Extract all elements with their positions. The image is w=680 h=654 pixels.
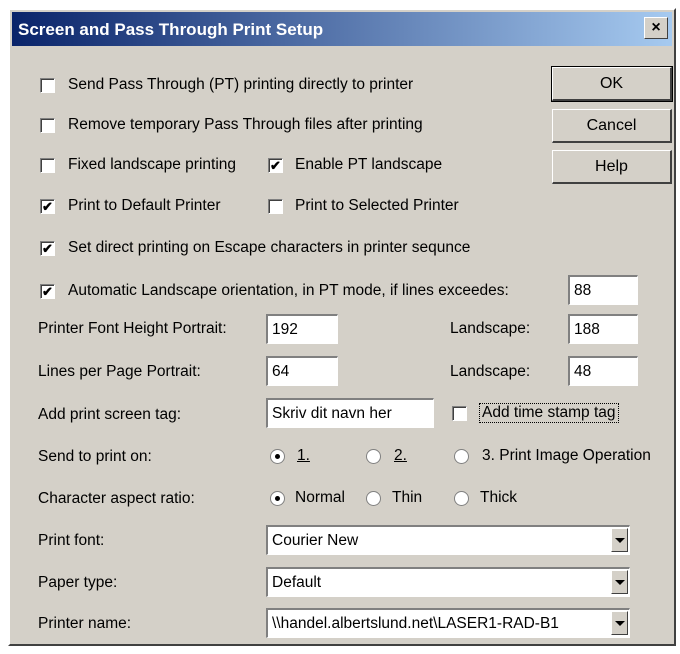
paper-type-label: Paper type: (38, 574, 118, 591)
send-to-option-2: 2. (394, 447, 407, 464)
paper-type-value: Default (272, 574, 322, 591)
fixed-landscape-checkbox[interactable] (40, 158, 55, 173)
send-to-radio-2[interactable] (366, 449, 381, 464)
font-height-landscape-input[interactable]: 188 (568, 314, 638, 344)
remove-temp-checkbox[interactable] (40, 118, 55, 133)
print-selected-checkbox[interactable] (268, 199, 283, 214)
print-font-label: Print font: (38, 532, 105, 549)
auto-landscape-checkbox[interactable]: ✔ (40, 284, 55, 299)
aspect-radio-normal[interactable] (270, 491, 285, 506)
lines-landscape-label: Landscape: (450, 363, 531, 380)
aspect-option-thin: Thin (392, 489, 423, 506)
send-to-option-1: 1. (297, 447, 310, 464)
timestamp-checkbox[interactable] (452, 406, 467, 421)
aspect-ratio-label: Character aspect ratio: (38, 490, 195, 507)
print-selected-label: Print to Selected Printer (295, 197, 459, 214)
timestamp-label: Add time stamp tag (479, 403, 619, 423)
close-button[interactable]: × (644, 17, 668, 39)
fixed-landscape-label: Fixed landscape printing (68, 156, 237, 173)
send-to-label: Send to print on: (38, 448, 152, 465)
lines-portrait-input[interactable]: 64 (266, 356, 338, 386)
help-button[interactable]: Help (552, 150, 672, 184)
remove-temp-label: Remove temporary Pass Through files afte… (68, 116, 423, 133)
print-font-select[interactable]: Courier New (266, 525, 630, 555)
print-font-value: Courier New (272, 532, 359, 549)
printer-name-label: Printer name: (38, 615, 132, 632)
printer-name-value: \\handel.albertslund.net\LASER1-RAD-B1 (272, 615, 559, 632)
font-height-portrait-input[interactable]: 192 (266, 314, 338, 344)
title-bar[interactable]: Screen and Pass Through Print Setup × (12, 12, 672, 46)
print-screen-tag-label: Add print screen tag: (38, 406, 182, 423)
font-height-landscape-label: Landscape: (450, 320, 531, 337)
dialog-window: Screen and Pass Through Print Setup × OK… (8, 8, 676, 646)
printer-name-select[interactable]: \\handel.albertslund.net\LASER1-RAD-B1 (266, 608, 630, 638)
ok-button[interactable]: OK (551, 66, 673, 102)
auto-landscape-label: Automatic Landscape orientation, in PT m… (68, 282, 509, 299)
enable-pt-landscape-checkbox[interactable]: ✔ (268, 158, 283, 173)
aspect-option-normal: Normal (295, 489, 345, 506)
escape-chars-checkbox[interactable]: ✔ (40, 241, 55, 256)
aspect-radio-thick[interactable] (454, 491, 469, 506)
paper-type-select[interactable]: Default (266, 567, 630, 597)
send-to-radio-3[interactable] (454, 449, 469, 464)
chevron-down-icon[interactable] (611, 611, 628, 635)
dialog-title: Screen and Pass Through Print Setup (18, 20, 324, 39)
print-default-checkbox[interactable]: ✔ (40, 199, 55, 214)
print-screen-tag-input[interactable]: Skriv dit navn her (266, 398, 434, 428)
send-pt-direct-checkbox[interactable] (40, 78, 55, 93)
lines-portrait-label: Lines per Page Portrait: (38, 363, 201, 380)
send-to-option-3: 3. Print Image Operation (482, 447, 651, 464)
lines-landscape-input[interactable]: 48 (568, 356, 638, 386)
enable-pt-landscape-label: Enable PT landscape (295, 156, 443, 173)
aspect-radio-thin[interactable] (366, 491, 381, 506)
escape-chars-label: Set direct printing on Escape characters… (68, 239, 471, 256)
chevron-down-icon[interactable] (611, 528, 628, 552)
print-default-label: Print to Default Printer (68, 197, 221, 214)
aspect-option-thick: Thick (480, 489, 518, 506)
auto-landscape-lines-input[interactable]: 88 (568, 275, 638, 305)
send-pt-direct-label: Send Pass Through (PT) printing directly… (68, 76, 414, 93)
cancel-button[interactable]: Cancel (552, 109, 672, 143)
send-to-radio-1[interactable] (270, 449, 285, 464)
font-height-portrait-label: Printer Font Height Portrait: (38, 320, 227, 337)
chevron-down-icon[interactable] (611, 570, 628, 594)
